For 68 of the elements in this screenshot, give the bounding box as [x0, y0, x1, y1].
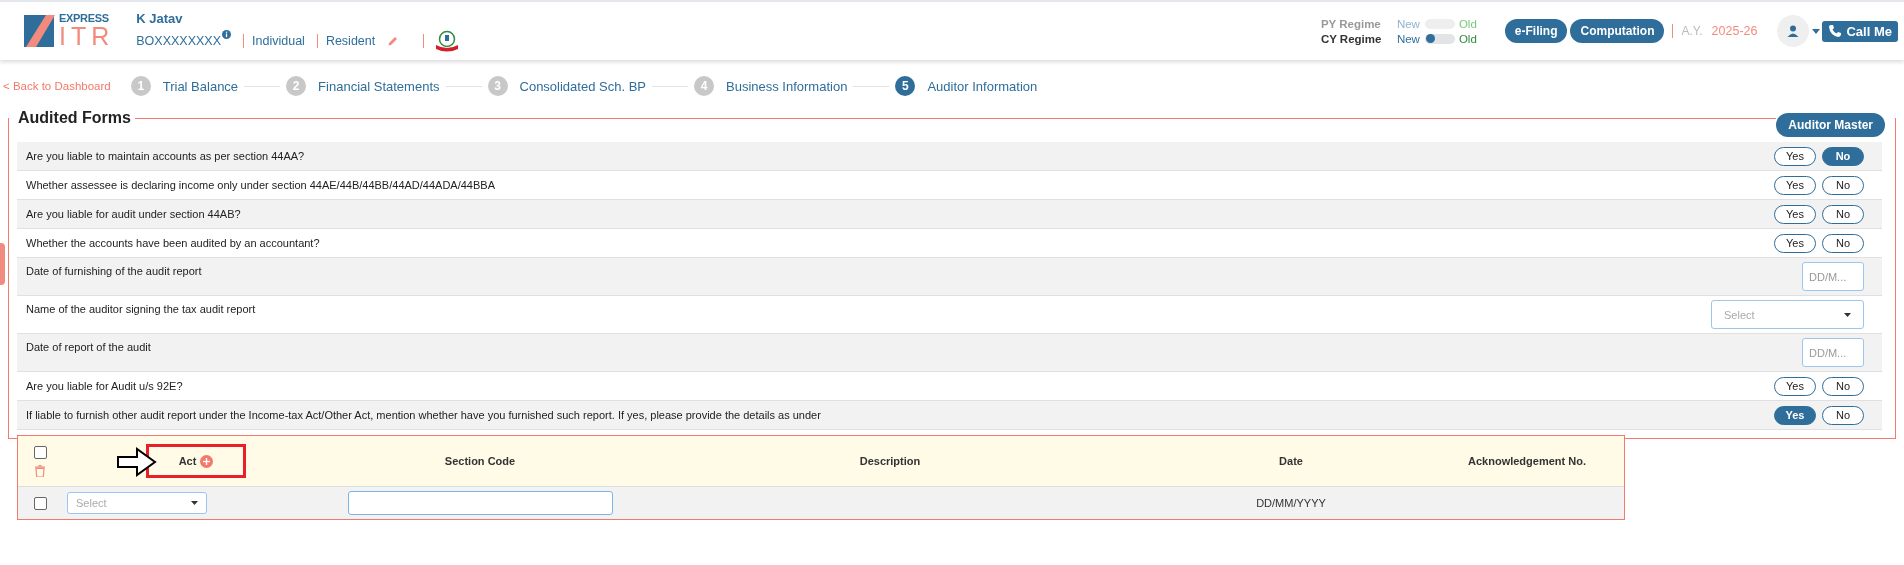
question-text: Whether assessee is declaring income only under section 44AE/44B/44BB/44AD/44ADA/44BBA	[26, 179, 495, 191]
option-button[interactable]: Yes	[1774, 175, 1816, 195]
assessment-year-label: A.Y.	[1681, 24, 1703, 38]
option-button[interactable]: No	[1822, 376, 1864, 396]
section-title: Audited Forms	[18, 109, 131, 127]
date-text: DD/MM/YYYY	[1256, 497, 1326, 509]
regime-label: CY Regime	[1320, 32, 1383, 45]
option-button[interactable]: Yes	[1774, 233, 1816, 253]
logo-icon	[24, 13, 56, 49]
checkbox[interactable]	[33, 445, 47, 459]
header-button[interactable]: Computation	[1570, 19, 1665, 43]
column-header: Description	[859, 455, 921, 467]
user-avatar[interactable]	[1777, 15, 1810, 47]
arrow-icon	[117, 447, 157, 477]
date-field[interactable]: DD/M...	[1802, 338, 1864, 367]
step-label[interactable]: Auditor Information	[927, 78, 1038, 94]
option-button[interactable]: Yes	[1774, 405, 1816, 425]
caret-icon	[191, 501, 198, 505]
option-button[interactable]: No	[1822, 405, 1864, 425]
toggle-label: New	[1396, 17, 1421, 30]
option-button[interactable]: No	[1822, 204, 1864, 224]
regime-label: PY Regime	[1320, 17, 1382, 30]
question-text: Date of report of the audit	[26, 341, 151, 353]
column-header: Act	[178, 455, 197, 467]
option-button[interactable]: Yes	[1774, 204, 1816, 224]
option-button[interactable]: No	[1822, 233, 1864, 253]
column-header: Section Code	[444, 455, 516, 467]
option-button[interactable]: No	[1822, 146, 1864, 166]
question-text: If liable to furnish other audit report under the Income-tax Act/Other Act, mention whether have you furnished such report. If yes, please provide the details as under	[26, 409, 821, 421]
toggle-label: Old	[1458, 17, 1477, 30]
taxpayer-status: Individual	[252, 33, 305, 48]
call-me-button[interactable]: Call Me	[1822, 20, 1898, 42]
option-button[interactable]: No	[1822, 175, 1864, 195]
question-text: Are you liable for Audit u/s 92E?	[26, 380, 183, 392]
column-header: Date	[1279, 455, 1303, 467]
phone-icon	[1828, 24, 1843, 38]
assessment-year: 2025-26	[1711, 24, 1758, 38]
question-text: Are you liable to maintain accounts as per section 44AA?	[26, 150, 305, 162]
question-text: Name of the auditor signing the tax audit report	[26, 303, 256, 315]
residency-status: Resident	[325, 33, 376, 48]
step-label[interactable]: Consolidated Sch. BP	[519, 78, 646, 94]
section-code-field[interactable]	[347, 491, 613, 515]
checkbox[interactable]	[33, 496, 47, 510]
caret-icon	[1844, 312, 1851, 317]
add-icon[interactable]	[200, 454, 214, 468]
user-name: K Jatav	[136, 10, 184, 26]
toggle-label: New	[1396, 32, 1421, 45]
logo-text: EXPRESS	[59, 13, 110, 24]
question-text: Date of furnishing of the audit report	[26, 265, 202, 277]
logo-text: ITR	[59, 24, 115, 49]
step-label[interactable]: Business Information	[726, 78, 848, 94]
question-text: Are you liable for audit under section 44AB?	[26, 208, 241, 220]
option-button[interactable]: Yes	[1774, 376, 1816, 396]
info-icon	[222, 29, 232, 39]
regime-toggle[interactable]	[1424, 33, 1455, 44]
auditor-master-button[interactable]: Auditor Master	[1776, 113, 1885, 137]
column-header: Acknowledgement No.	[1467, 455, 1587, 467]
step-number[interactable]: 5	[895, 76, 916, 96]
date-field[interactable]: DD/M...	[1802, 262, 1864, 291]
question-text: Whether the accounts have been audited by an accountant?	[26, 237, 320, 249]
seal-icon	[434, 29, 461, 52]
caret-icon[interactable]	[1812, 28, 1821, 34]
step-label[interactable]: Financial Statements	[318, 78, 440, 94]
toggle-label: Old	[1458, 32, 1477, 45]
header-button[interactable]: e-Filing	[1504, 19, 1568, 43]
pan-number: BOXXXXXXXX	[136, 33, 222, 48]
step-label[interactable]: Trial Balance	[162, 78, 239, 94]
option-button[interactable]: Yes	[1774, 146, 1816, 166]
